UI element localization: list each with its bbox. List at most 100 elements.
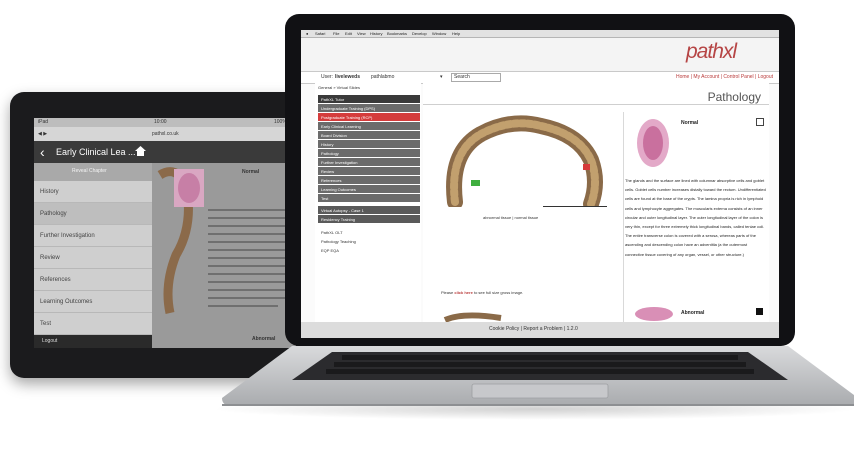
tablet-menu-item-pathology[interactable]: Pathology: [34, 203, 152, 225]
tablet-menu-item-further-investigation[interactable]: Further Investigation: [34, 225, 152, 247]
sidebar-item-further-investigation[interactable]: Further Investigation: [318, 158, 420, 166]
sidebar-item-label: Review: [321, 169, 335, 174]
tablet-back-arrow-icon[interactable]: ◀ ▶: [38, 131, 47, 137]
mac-menu-item[interactable]: Help: [452, 31, 460, 36]
tablet-url-bar[interactable]: ◀ ▶ pathxl.co.uk: [34, 127, 296, 142]
tablet-histology-thumbnail: [174, 169, 204, 207]
tablet-text-line: [208, 273, 286, 275]
sidebar-item-pathxl-tutor[interactable]: PathXL Tutor: [318, 95, 420, 103]
search-value[interactable]: pathlabmo: [371, 74, 394, 80]
image-caption: abnormal tissue | normal tissue: [483, 215, 539, 220]
tablet-text-line: [208, 305, 278, 307]
link-prefix: Please: [441, 290, 454, 295]
tablet-menu-item-label: History: [40, 189, 59, 195]
abnormal-checkbox[interactable]: [756, 308, 763, 315]
account-links[interactable]: Home | My Account | Control Panel | Logo…: [676, 74, 773, 80]
sidebar-item-virtual-autopsy[interactable]: Virtual Autopsy - Case 1: [318, 206, 420, 214]
tablet-text-line: [208, 233, 292, 235]
chevron-down-icon[interactable]: ▾: [440, 74, 443, 80]
sidebar-item-pathology-teaching[interactable]: Pathology Teaching: [318, 237, 420, 245]
sidebar-item-label: Pathology Teaching: [321, 239, 356, 244]
mac-menu-bar: ● Safari File Edit View History Bookmark…: [301, 30, 779, 38]
pathxl-logo[interactable]: pathxl: [686, 40, 737, 64]
sidebar-item-learning-outcomes[interactable]: Learning Outcomes: [318, 185, 420, 193]
sidebar-item-test[interactable]: Test: [318, 194, 420, 202]
title-divider: [423, 104, 769, 105]
mac-menu-item[interactable]: Safari: [315, 31, 325, 36]
tablet-screen: iPad 10:00 100% ◀ ▶ pathxl.co.uk ‹ Early…: [34, 118, 296, 348]
tablet-content: Normal Abnormal: [152, 163, 296, 348]
sidebar-item-board-division[interactable]: Board Division: [318, 131, 420, 139]
gross-thumbnail[interactable]: [443, 312, 503, 322]
abnormal-histology-image[interactable]: [633, 306, 675, 322]
normal-checkbox[interactable]: [756, 118, 764, 126]
tablet-menu-item-references[interactable]: References: [34, 269, 152, 291]
sidebar-item-label: Residency Training: [321, 217, 356, 222]
sidebar-item-references[interactable]: References: [318, 176, 420, 184]
link-suffix: to see full size gross image.: [473, 290, 524, 295]
click-here-link[interactable]: click here: [454, 290, 472, 295]
mac-menu-item[interactable]: File: [333, 31, 339, 36]
tablet-menu-item-learning-outcomes[interactable]: Learning Outcomes: [34, 291, 152, 313]
tablet-status-bar: iPad 10:00 100%: [34, 118, 296, 127]
main-content: Pathology abnormal tissue | normal tissu…: [423, 82, 769, 322]
normal-label: Normal: [681, 120, 699, 126]
sidebar-item-residency[interactable]: Residency Training: [318, 215, 420, 223]
tablet-menu-item-label: Pathology: [40, 211, 67, 217]
sidebar-item-pathxl-olt[interactable]: PathXL OLT: [318, 228, 420, 236]
tablet-side-menu: Reveal Chapter History Pathology Further…: [34, 163, 152, 335]
mac-menu-item[interactable]: History: [370, 31, 382, 36]
sidebar: General » Virtual Slides PathXL Tutor Un…: [315, 82, 421, 322]
sidebar-item-label: EQP EQA: [321, 248, 339, 253]
apple-icon[interactable]: ●: [306, 31, 308, 36]
normal-description: The glands and the surface are lined wit…: [625, 178, 766, 257]
sidebar-item-label: Pathology: [321, 151, 339, 156]
tablet-menu-header-label: Reveal Chapter: [72, 168, 107, 174]
home-icon[interactable]: [134, 145, 147, 157]
normal-histology-image[interactable]: [631, 116, 675, 170]
mac-menu-item[interactable]: Window: [432, 31, 446, 36]
tablet-text-line: [208, 249, 292, 251]
tablet-menu-item-label: Review: [40, 255, 60, 261]
sidebar-item-eqp-eqa[interactable]: EQP EQA: [318, 246, 420, 254]
site-header: pathxl: [301, 38, 779, 71]
tablet-logout-button[interactable]: Logout: [34, 335, 152, 348]
sidebar-item-postgraduate[interactable]: Postgraduate Training (RCP): [318, 113, 420, 121]
search-button[interactable]: Search: [451, 73, 501, 82]
sidebar-item-review[interactable]: Review: [318, 167, 420, 175]
tablet-text-line: [208, 297, 292, 299]
tablet-menu-item-label: References: [40, 277, 71, 283]
breadcrumb[interactable]: General » Virtual Slides: [318, 85, 360, 90]
sidebar-item-history[interactable]: History: [318, 140, 420, 148]
tablet-text-line: [208, 241, 288, 243]
chevron-left-icon[interactable]: ‹: [40, 144, 45, 160]
sidebar-item-undergraduate[interactable]: Undergraduate Training (DPS): [318, 104, 420, 112]
sidebar-item-early-clinical[interactable]: Early Clinical Learning: [318, 122, 420, 130]
tablet-menu-item-review[interactable]: Review: [34, 247, 152, 269]
tablet-abnormal-label: Abnormal: [252, 336, 276, 342]
sidebar-item-label: PathXL OLT: [321, 230, 343, 235]
mac-menu-item[interactable]: Edit: [345, 31, 352, 36]
footer-links[interactable]: Cookie Policy | Report a Problem | 1.2.0: [489, 326, 578, 332]
tablet-text-line: [208, 281, 292, 283]
mac-menu-item[interactable]: Bookmarks: [387, 31, 407, 36]
sidebar-item-pathology[interactable]: Pathology: [318, 149, 420, 157]
tablet-text-line: [208, 289, 288, 291]
tablet-logout-label: Logout: [42, 338, 58, 344]
tablet-nav-bar: ‹ Early Clinical Lea ...: [34, 141, 296, 163]
tablet-menu-item-test[interactable]: Test: [34, 313, 152, 335]
sidebar-item-label: Further Investigation: [321, 160, 358, 165]
sidebar-item-label: Postgraduate Training (RCP): [321, 115, 373, 120]
tablet-url[interactable]: pathxl.co.uk: [152, 131, 179, 137]
sidebar-item-label: History: [321, 142, 334, 147]
abnormal-label: Abnormal: [681, 310, 705, 316]
mac-menu-item[interactable]: View: [357, 31, 366, 36]
full-size-link-text: Please click here to see full size gross…: [441, 290, 523, 295]
tablet-menu-item-label: Test: [40, 321, 52, 327]
colon-gross-image[interactable]: [441, 112, 606, 207]
sidebar-item-label: Early Clinical Learning: [321, 124, 361, 129]
page-title: Pathology: [707, 90, 761, 104]
tablet-text-line: [208, 265, 292, 267]
mac-menu-item[interactable]: Develop: [412, 31, 427, 36]
tablet-menu-item-history[interactable]: History: [34, 181, 152, 203]
